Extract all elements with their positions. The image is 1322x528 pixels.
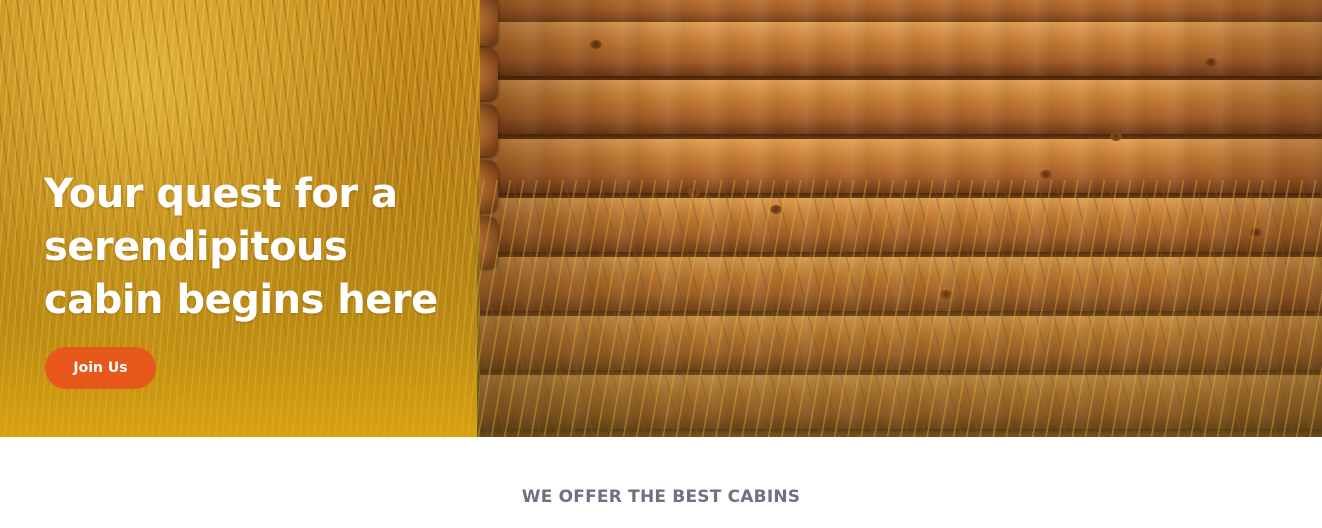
hero-section: Your quest for a serendipitous cabin beg…	[0, 0, 1322, 437]
hero-headline: Your quest for a serendipitous cabin beg…	[44, 171, 438, 323]
offer-section-title: WE OFFER THE BEST CABINS	[521, 487, 801, 507]
join-us-button[interactable]: Join Us	[45, 347, 156, 389]
